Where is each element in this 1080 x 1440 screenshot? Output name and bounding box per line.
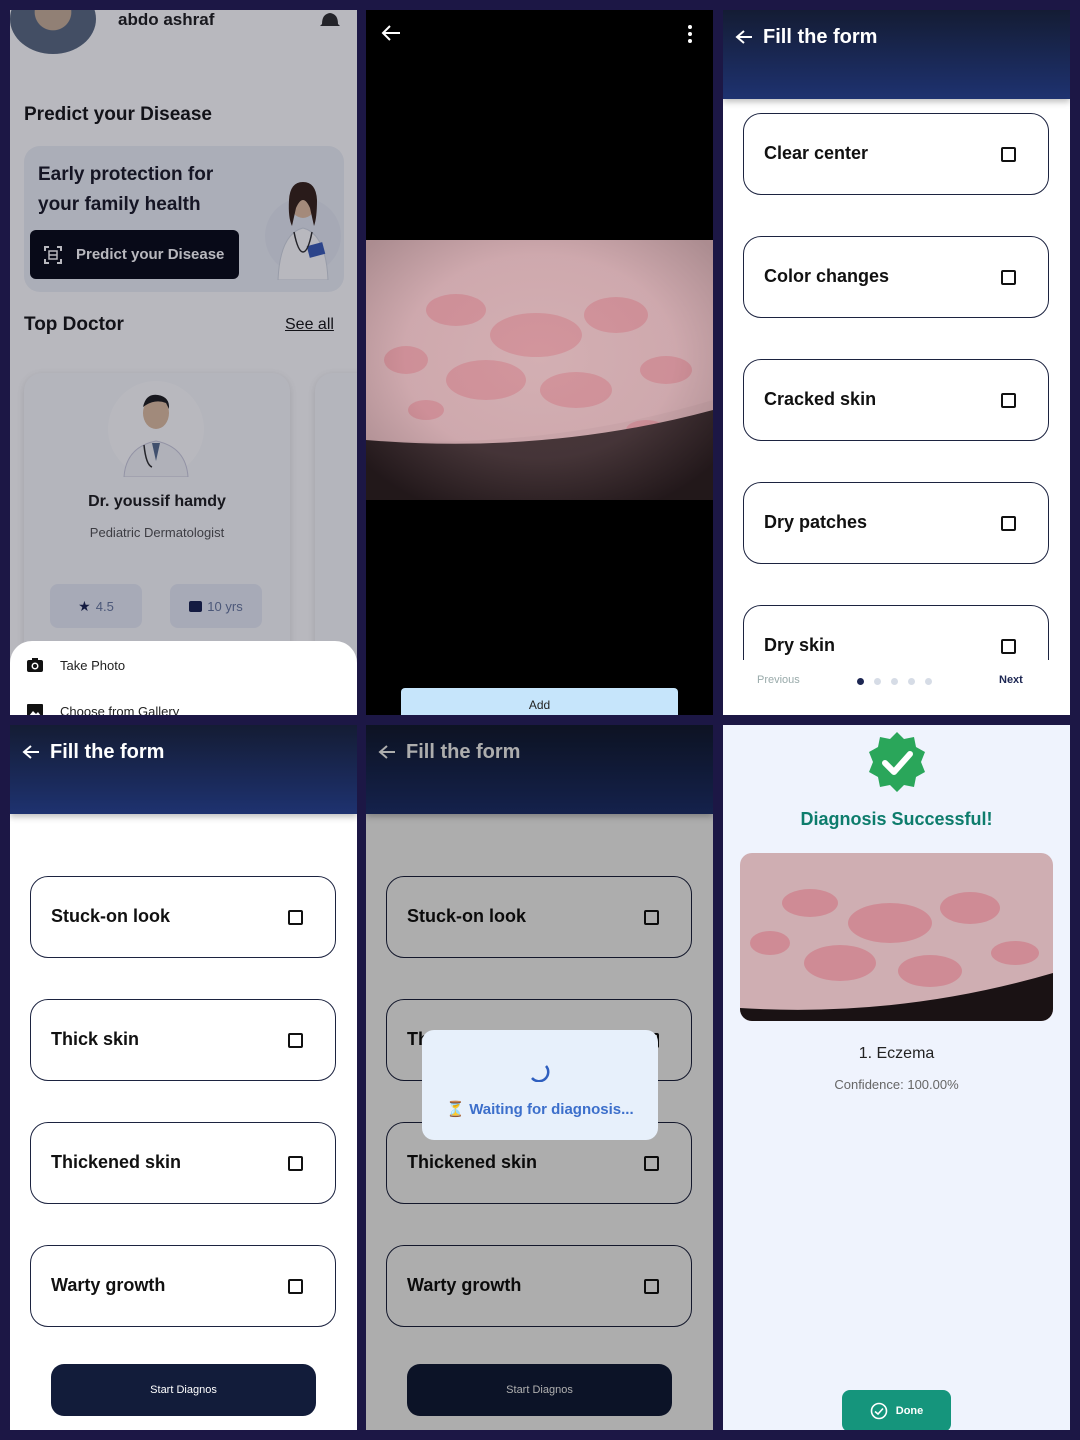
symptom-option[interactable]: Stuck-on look — [30, 876, 336, 958]
symptom-label: Dry skin — [764, 635, 836, 655]
home-screen: abdo ashraf Predict your Disease Early p… — [10, 10, 357, 715]
page-dot[interactable] — [874, 678, 881, 685]
camera-icon — [27, 658, 43, 672]
done-label: Done — [895, 1405, 924, 1417]
symptom-label: Thick skin — [51, 1029, 140, 1049]
symptom-checkbox[interactable] — [1001, 639, 1016, 654]
app-bar: Fill the form — [10, 725, 357, 814]
confidence-score: Confidence: 100.00% — [834, 1077, 959, 1092]
page-title: Fill the form — [763, 26, 878, 48]
symptom-option[interactable]: Clear center — [743, 113, 1049, 195]
symptom-option[interactable]: Dry patches — [743, 482, 1049, 564]
symptom-option[interactable]: Color changes — [743, 236, 1049, 318]
success-title: Diagnosis Successful! — [800, 809, 993, 829]
done-button[interactable]: Done — [842, 1390, 951, 1430]
gallery-icon — [27, 704, 43, 715]
page-dot[interactable] — [891, 678, 898, 685]
symptom-checkbox[interactable] — [1001, 393, 1016, 408]
take-photo-label: Take Photo — [60, 657, 126, 673]
symptom-option[interactable]: Cracked skin — [743, 359, 1049, 441]
symptom-checkbox[interactable] — [288, 1156, 303, 1171]
loading-spinner-icon — [531, 1065, 550, 1082]
more-options-icon[interactable] — [684, 24, 696, 44]
take-photo-option[interactable]: Take Photo — [26, 657, 125, 673]
app-bar: Fill the form — [723, 10, 1070, 99]
symptom-label: Stuck-on look — [51, 906, 171, 926]
check-circle-icon — [870, 1402, 888, 1420]
loading-dialog: ⏳ Waiting for diagnosis... — [422, 1030, 658, 1140]
symptom-option[interactable]: Thickened skin — [30, 1122, 336, 1204]
page-dot[interactable] — [925, 678, 932, 685]
symptom-form-last-page: Fill the form Stuck-on look Thick skin T… — [10, 725, 357, 1430]
diagnosis-result: 1. Eczema — [858, 1045, 935, 1062]
choose-gallery-option[interactable]: Choose from Gallery — [26, 703, 179, 715]
page-dot[interactable] — [857, 678, 864, 685]
symptom-checkbox[interactable] — [1001, 516, 1016, 531]
choose-gallery-label: Choose from Gallery — [60, 703, 180, 716]
skin-photo — [366, 240, 713, 500]
page-title: Fill the form — [50, 741, 165, 763]
symptom-label: Thickened skin — [51, 1152, 182, 1172]
back-arrow-icon[interactable] — [380, 24, 402, 42]
pagination-bar: Previous Next — [723, 660, 1070, 715]
symptom-checkbox[interactable] — [288, 1033, 303, 1048]
add-button[interactable]: Add — [401, 688, 678, 715]
back-arrow-icon[interactable] — [735, 29, 753, 45]
symptom-label: Color changes — [764, 266, 890, 286]
symptom-label: Clear center — [764, 143, 869, 163]
symptom-checkbox[interactable] — [288, 1279, 303, 1294]
image-source-sheet: Take Photo Choose from Gallery — [10, 641, 357, 715]
modal-scrim[interactable] — [10, 10, 357, 715]
symptom-checkbox[interactable] — [1001, 147, 1016, 162]
next-button[interactable]: Next — [999, 674, 1023, 686]
previous-button[interactable]: Previous — [757, 674, 800, 686]
diagnosed-skin-photo — [740, 853, 1053, 1021]
back-arrow-icon[interactable] — [22, 744, 40, 760]
diagnosis-result-screen: Diagnosis Successful! 1. Eczema Confiden… — [723, 725, 1070, 1430]
start-diagnosis-button[interactable]: Start Diagnos — [51, 1364, 316, 1416]
symptom-label: Dry patches — [764, 512, 868, 532]
symptom-checkbox[interactable] — [1001, 270, 1016, 285]
symptom-label: Warty growth — [51, 1275, 166, 1295]
page-dot[interactable] — [908, 678, 915, 685]
symptom-option[interactable]: Warty growth — [30, 1245, 336, 1327]
diagnosis-loading-screen: Fill the form Stuck-on look Thick skin T… — [366, 725, 713, 1430]
loading-message: ⏳ Waiting for diagnosis... — [446, 1101, 634, 1118]
symptom-form-page-1: Fill the form Clear center Color changes… — [723, 10, 1070, 715]
image-preview-screen: Add — [366, 10, 713, 715]
symptom-option[interactable]: Thick skin — [30, 999, 336, 1081]
page-indicator — [857, 678, 932, 685]
symptom-checkbox[interactable] — [288, 910, 303, 925]
symptom-label: Cracked skin — [764, 389, 877, 409]
verified-badge-icon — [869, 732, 925, 792]
